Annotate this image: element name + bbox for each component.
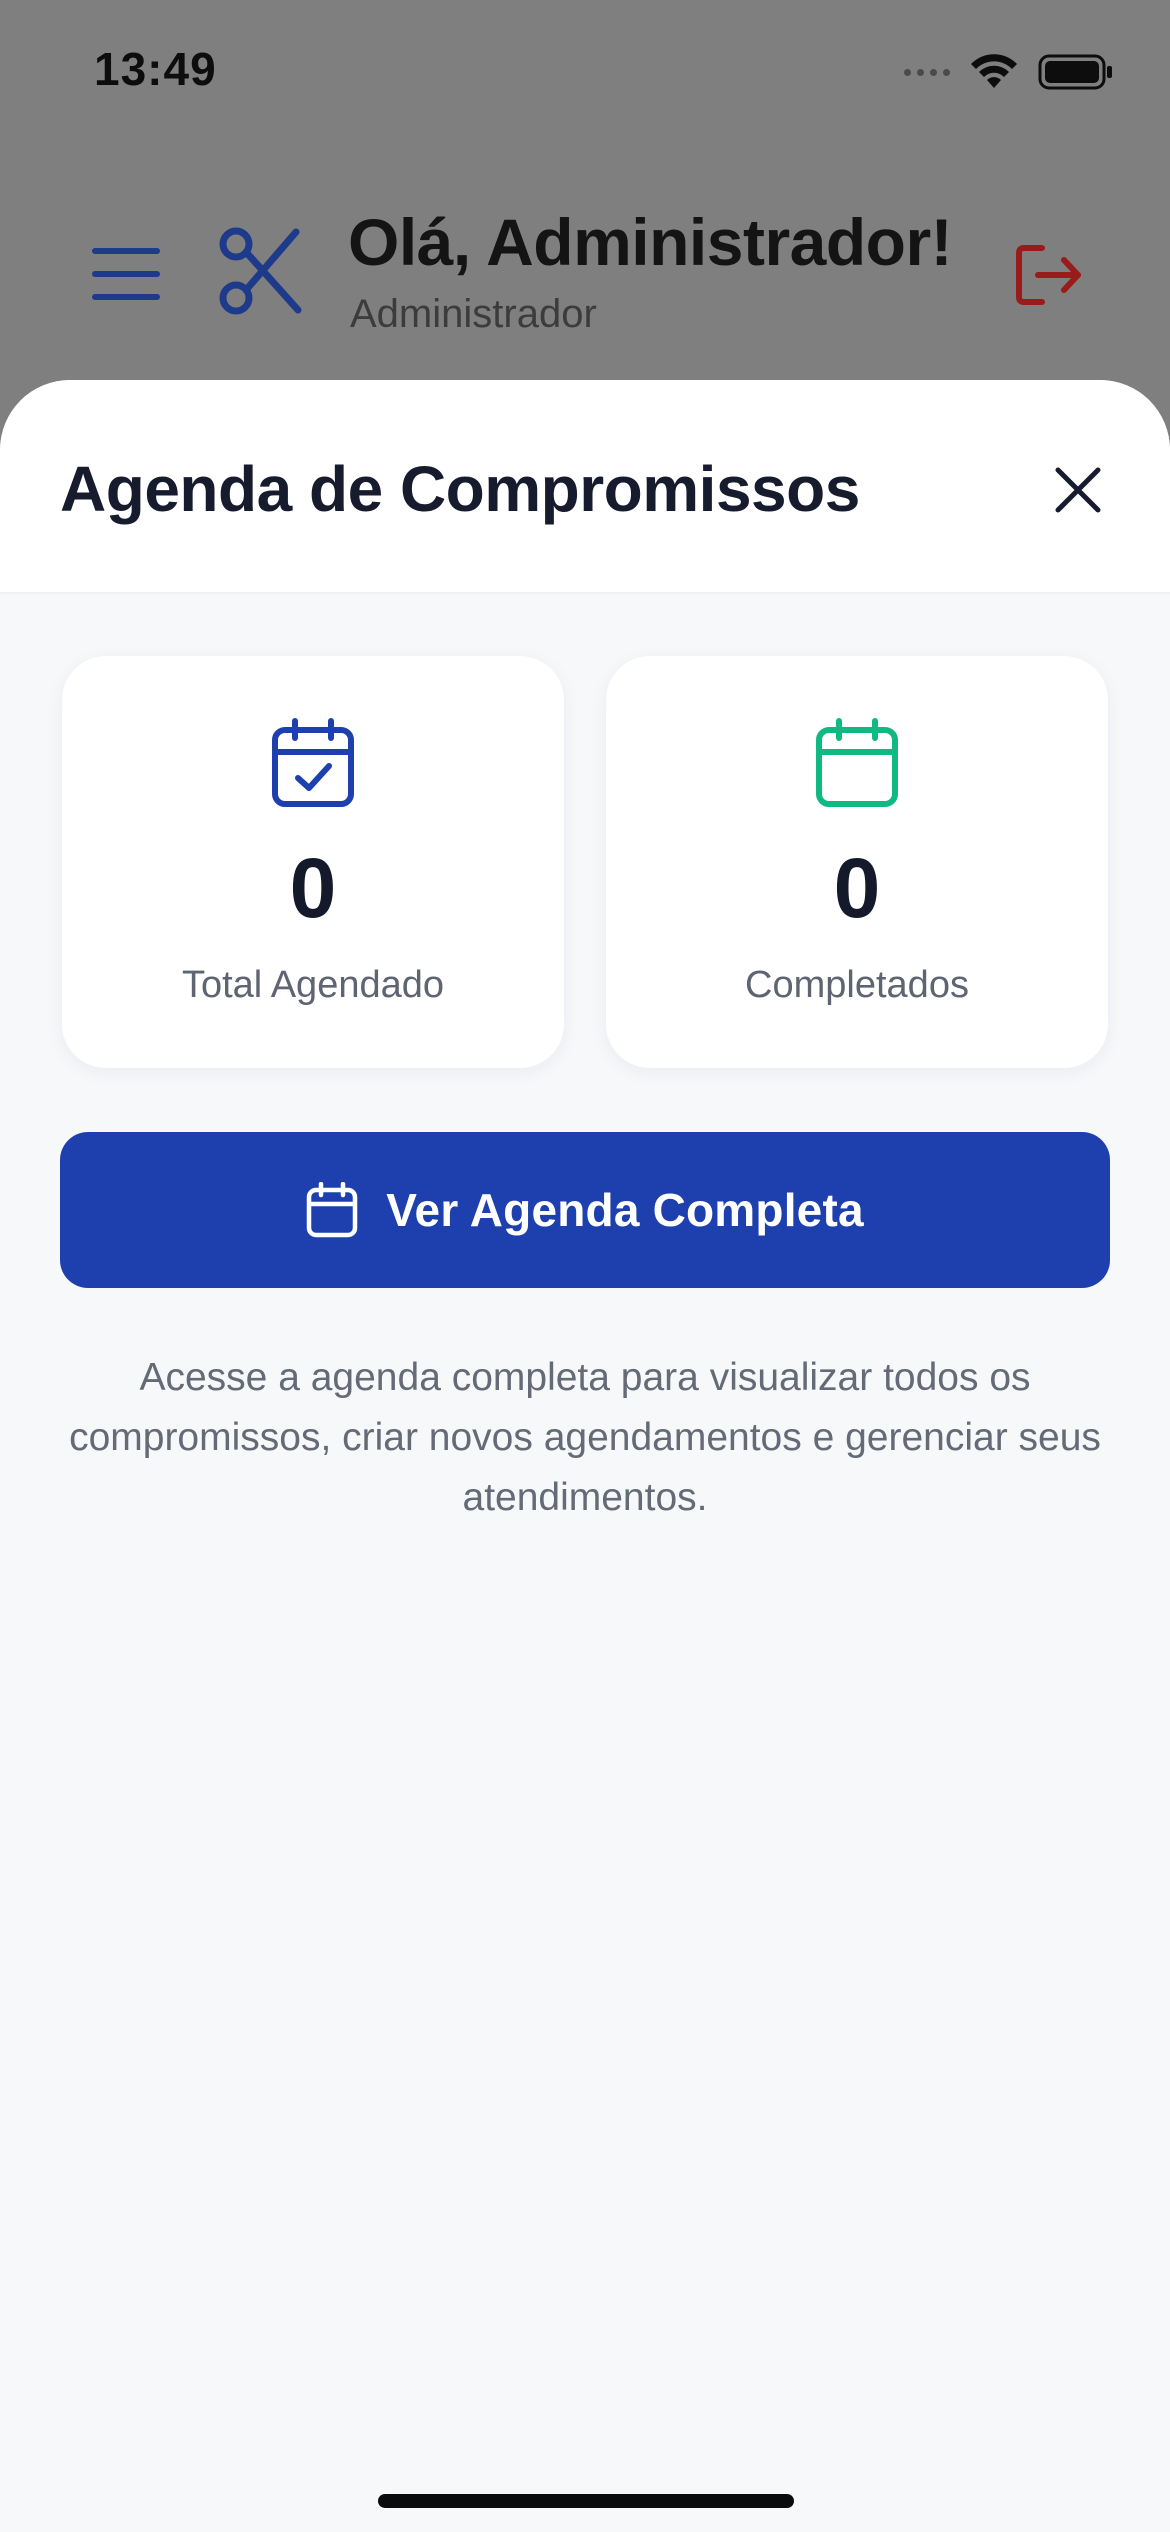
user-role: Administrador (350, 292, 597, 336)
view-full-agenda-label: Ver Agenda Completa (386, 1184, 864, 1236)
calendar-icon (816, 718, 898, 807)
view-full-agenda-button[interactable]: Ver Agenda Completa (60, 1132, 1110, 1288)
stat-value-completed: 0 (833, 841, 881, 935)
battery-icon (1038, 54, 1112, 90)
sheet-header: Agenda de Compromissos (0, 380, 1170, 594)
cellular-signal-icon (904, 68, 950, 76)
logout-icon[interactable] (1014, 240, 1084, 310)
agenda-sheet: Agenda de Compromissos 0 Total Agendado (0, 380, 1170, 2532)
stat-card-total: 0 Total Agendado (62, 656, 564, 1068)
stat-value-total: 0 (289, 841, 337, 935)
close-icon[interactable] (1050, 462, 1106, 518)
menu-icon[interactable] (92, 246, 160, 302)
wifi-icon (971, 54, 1017, 88)
status-time: 13:49 (94, 43, 217, 95)
stat-label-completed: Completados (745, 964, 969, 1006)
agenda-description: Acesse a agenda completa para visualizar… (69, 1356, 1101, 1519)
stat-card-completed: 0 Completados (606, 656, 1108, 1068)
calendar-check-icon (272, 718, 354, 807)
greeting-title: Olá, Administrador! (348, 205, 953, 279)
status-bar: 13:49 (0, 0, 1170, 140)
app-header: Olá, Administrador! Administrador (0, 180, 1170, 370)
scissors-icon (219, 227, 302, 315)
calendar-icon (306, 1182, 358, 1238)
sheet-title: Agenda de Compromissos (60, 453, 860, 525)
app-screen: 13:49 Olá, Administrador! Administrador … (0, 0, 1170, 2532)
home-indicator[interactable] (378, 2494, 794, 2508)
status-icons (904, 52, 1114, 92)
stat-label-total: Total Agendado (181, 964, 444, 1006)
stats-row: 0 Total Agendado 0 Completados (62, 656, 1108, 1068)
